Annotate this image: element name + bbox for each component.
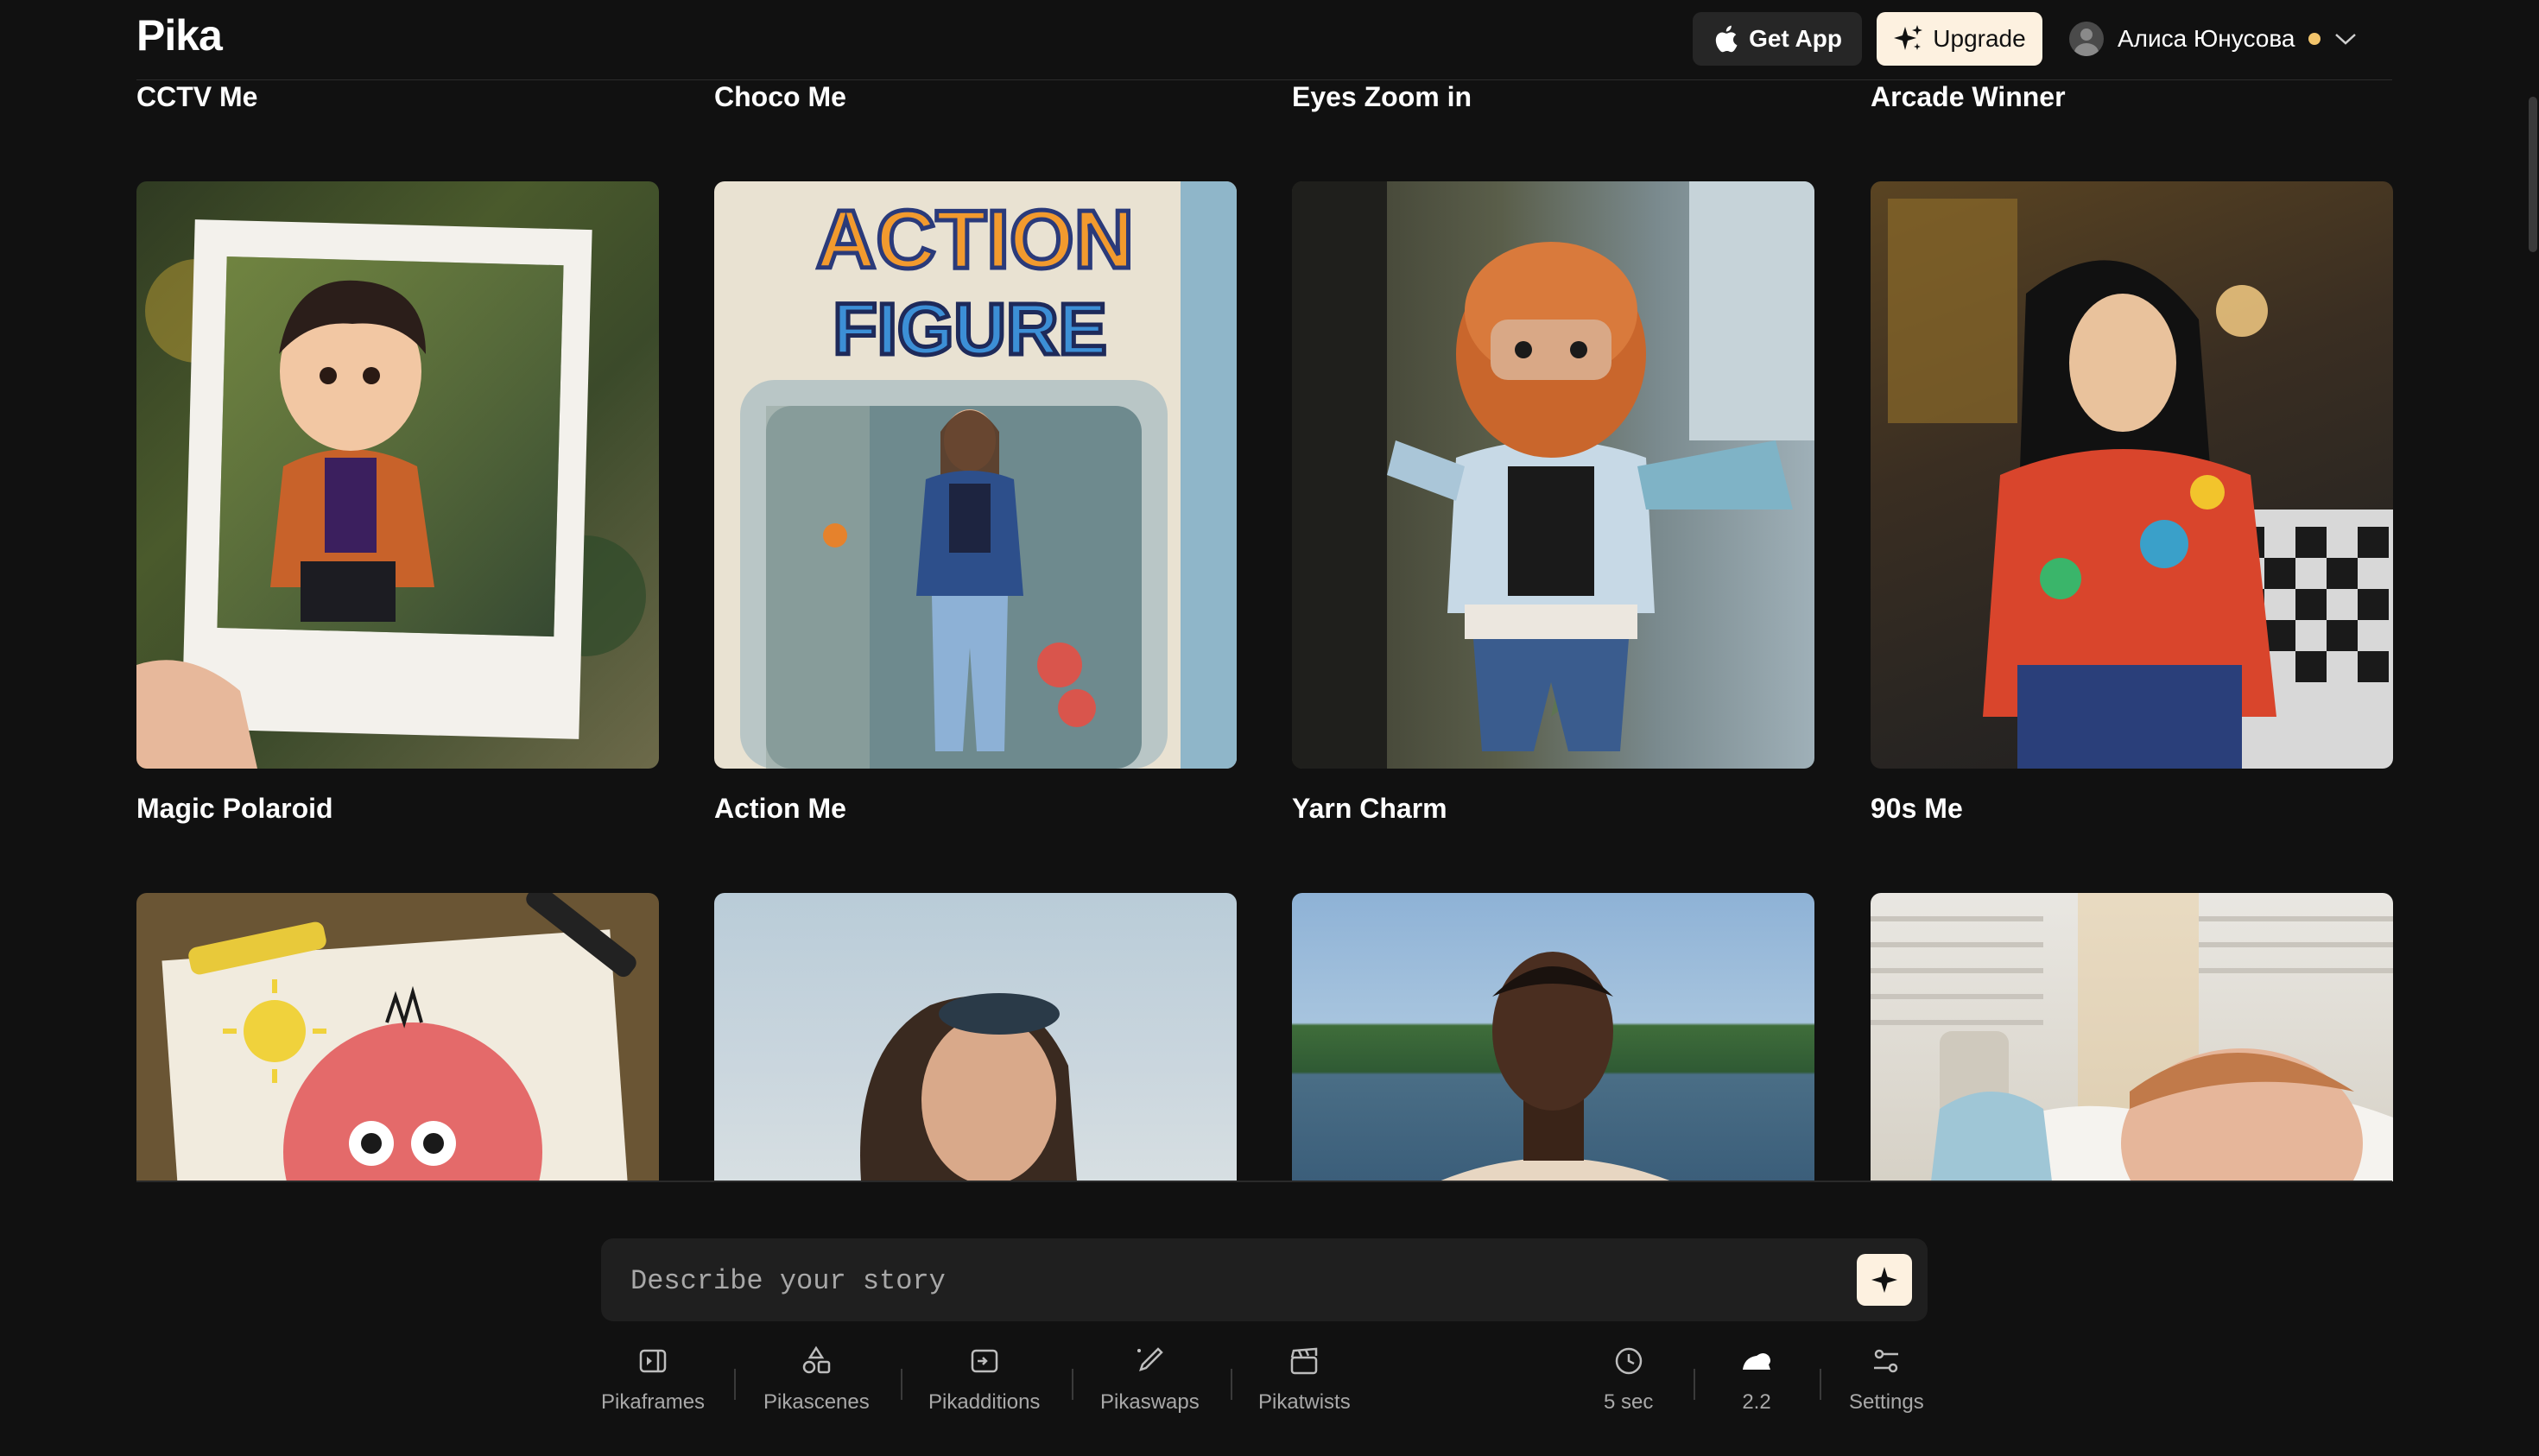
effect-card-action-me[interactable]: ACTION FIGURE [714, 181, 1237, 769]
settings-label: Settings [1849, 1390, 1924, 1414]
effect-card-magic-polaroid[interactable] [136, 181, 659, 769]
sparkle-icon [1894, 25, 1923, 50]
duration-label: 5 sec [1604, 1390, 1654, 1414]
status-dot [2308, 33, 2321, 45]
top-bar: Pika Get App Upgrade Алиса Юнусова [0, 0, 2539, 79]
toolbar-divider [1231, 1369, 1232, 1400]
effect-card-drawing[interactable] [136, 893, 659, 1181]
sleeping-thumbnail [1871, 893, 2393, 1181]
sparkle-icon [1871, 1267, 1897, 1293]
get-app-label: Get App [1749, 25, 1842, 52]
add-in-icon [971, 1349, 997, 1373]
effect-label-90s-me[interactable]: 90s Me [1871, 793, 1963, 825]
user-menu[interactable]: Алиса Юнусова [2069, 12, 2357, 66]
rabbit-icon [1743, 1353, 1770, 1370]
toolbar-divider [901, 1369, 902, 1400]
effect-label-yarn-charm[interactable]: Yarn Charm [1292, 793, 1447, 825]
pika-logo[interactable]: Pika [136, 10, 223, 60]
effect-label-arcade-winner[interactable]: Arcade Winner [1871, 81, 2066, 113]
90s-me-thumbnail [1888, 199, 2393, 769]
tool-label: Pikaswaps [1100, 1390, 1200, 1414]
yarn-charm-thumbnail [1292, 181, 1814, 769]
model-label: 2.2 [1742, 1390, 1771, 1414]
duration-selector[interactable]: 5 sec [1604, 1344, 1653, 1415]
action-me-thumbnail: ACTION FIGURE [740, 181, 1237, 769]
tool-pikascenes[interactable]: Pikascenes [763, 1344, 870, 1415]
drawing-thumbnail [161, 893, 636, 1181]
apple-icon [1715, 25, 1738, 53]
tool-pikaframes[interactable]: Pikaframes [601, 1344, 705, 1415]
upgrade-button[interactable]: Upgrade [1877, 12, 2042, 66]
shapes-icon [803, 1345, 831, 1374]
gallery-divider [136, 1181, 2392, 1182]
effect-card-90s-me[interactable] [1871, 181, 2393, 769]
tool-pikadditions[interactable]: Pikadditions [928, 1344, 1040, 1415]
portrait-man-thumbnail [1439, 952, 1672, 1181]
effect-label-cctv-me[interactable]: CCTV Me [136, 81, 257, 113]
upgrade-label: Upgrade [1933, 25, 2026, 52]
settings-button[interactable]: Settings [1849, 1344, 1924, 1415]
effect-label-eyes-zoom-in[interactable]: Eyes Zoom in [1292, 81, 1472, 113]
effect-card-portrait-woman[interactable] [714, 893, 1237, 1181]
tool-label: Pikadditions [928, 1390, 1041, 1414]
action-text: ACTION [816, 193, 1134, 286]
model-selector[interactable]: 2.2 [1739, 1344, 1774, 1415]
effect-label-action-me[interactable]: Action Me [714, 793, 846, 825]
brush-icon [1137, 1347, 1164, 1371]
prompt-box [601, 1238, 1928, 1323]
user-name: Алиса Юнусова [2118, 25, 2295, 52]
tool-label: Pikatwists [1258, 1390, 1351, 1414]
effect-label-choco-me[interactable]: Choco Me [714, 81, 846, 113]
get-app-button[interactable]: Get App [1693, 12, 1862, 66]
figure-text: FIGURE [833, 288, 1106, 370]
effect-card-portrait-man[interactable] [1292, 893, 1814, 1181]
toolbar-divider [1820, 1369, 1821, 1400]
effect-card-yarn-charm[interactable] [1292, 181, 1814, 769]
frames-icon [639, 1349, 667, 1373]
header-divider [136, 79, 2392, 80]
story-input[interactable] [629, 1238, 1824, 1323]
toolbar-divider [1694, 1369, 1695, 1400]
effect-label-magic-polaroid[interactable]: Magic Polaroid [136, 793, 333, 825]
portrait-woman-thumbnail [860, 993, 1077, 1181]
toolbar-divider [1072, 1369, 1073, 1400]
clock-icon [1615, 1347, 1642, 1375]
clapper-icon [1291, 1347, 1318, 1375]
tool-pikatwists[interactable]: Pikatwists [1258, 1344, 1351, 1415]
toolbar-divider [734, 1369, 736, 1400]
tool-pikaswaps[interactable]: Pikaswaps [1100, 1344, 1200, 1415]
sliders-icon [1874, 1349, 1899, 1373]
generate-button[interactable] [1857, 1254, 1912, 1306]
tool-label: Pikascenes [763, 1390, 870, 1414]
tool-label: Pikaframes [601, 1390, 706, 1414]
magic-polaroid-thumbnail [136, 219, 646, 769]
scrollbar[interactable] [2529, 97, 2537, 252]
effect-card-sleeping[interactable] [1871, 893, 2393, 1181]
chevron-down-icon [2335, 34, 2357, 45]
avatar [2069, 22, 2104, 56]
